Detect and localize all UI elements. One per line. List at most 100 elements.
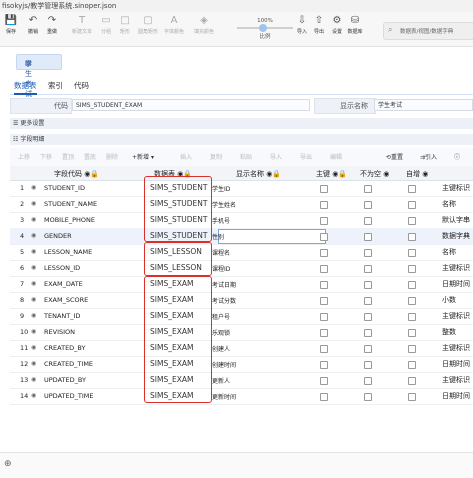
table-row[interactable]: 4 ◉ GENDER SIMS_STUDENT 性别 数据字典	[10, 228, 473, 245]
data-type-cell[interactable]: 名称	[442, 199, 456, 209]
table-row[interactable]: 14 ◉ UPDATED_TIME SIMS_EXAM 更新时间 日期时间	[10, 388, 473, 405]
table-row[interactable]: 12 ◉ CREATED_TIME SIMS_EXAM 创建时间 日期时间	[10, 356, 473, 373]
pk-checkbox[interactable]	[320, 361, 328, 369]
data-type-cell[interactable]: 默认字串	[442, 215, 470, 225]
data-type-cell[interactable]: 主键标识	[442, 311, 470, 321]
eye-icon[interactable]: ◉	[31, 248, 36, 255]
zoom-slider[interactable]	[237, 24, 293, 32]
insert-button[interactable]: 插入	[180, 152, 192, 161]
subtab-index[interactable]: 索引	[48, 80, 63, 91]
autoinc-checkbox[interactable]	[408, 217, 416, 225]
toolbar-button-2[interactable]: ↷ 重做	[40, 14, 64, 35]
data-type-cell[interactable]: 数据字典	[442, 231, 470, 241]
field-code-cell[interactable]: EXAM_SCORE	[44, 296, 88, 304]
notnull-checkbox[interactable]	[364, 393, 372, 401]
notnull-checkbox[interactable]	[364, 377, 372, 385]
move-down-button[interactable]: 下移	[40, 152, 52, 161]
autoinc-checkbox[interactable]	[408, 297, 416, 305]
pk-checkbox[interactable]	[320, 265, 328, 273]
pk-checkbox[interactable]	[320, 313, 328, 321]
display-name-cell[interactable]: 手机号	[212, 216, 230, 225]
display-name-cell[interactable]: 更新人	[212, 376, 230, 385]
autoinc-checkbox[interactable]	[408, 185, 416, 193]
display-name-cell[interactable]: 考试日期	[212, 280, 236, 289]
display-name-cell[interactable]: 学生ID	[212, 184, 230, 193]
pk-checkbox[interactable]	[320, 185, 328, 193]
field-code-cell[interactable]: LESSON_NAME	[44, 248, 92, 256]
eye-icon[interactable]: ◉	[31, 264, 36, 271]
notnull-checkbox[interactable]	[364, 345, 372, 353]
table-row[interactable]: 9 ◉ TENANT_ID SIMS_EXAM 租户号 主键标识	[10, 308, 473, 325]
copy-button[interactable]: 复制	[210, 152, 222, 161]
table-row[interactable]: 3 ◉ MOBILE_PHONE SIMS_STUDENT 手机号 默认字串	[10, 212, 473, 229]
eye-icon[interactable]: ◉	[31, 376, 36, 383]
export-button[interactable]: 导出	[300, 152, 312, 161]
eye-icon[interactable]: ◉	[31, 392, 36, 399]
table-row[interactable]: 13 ◉ UPDATED_BY SIMS_EXAM 更新人 主键标识	[10, 372, 473, 389]
pk-checkbox[interactable]	[320, 233, 328, 241]
data-type-cell[interactable]: 主键标识	[442, 375, 470, 385]
data-type-cell[interactable]: 日期时间	[442, 359, 470, 369]
tab-student-exam[interactable]: ▦ 学生考试	[16, 54, 62, 98]
display-name-cell[interactable]: 课程名	[212, 248, 230, 257]
pk-checkbox[interactable]	[320, 201, 328, 209]
toolbar-button-7[interactable]: A 字体颜色	[162, 14, 186, 35]
notnull-checkbox[interactable]	[364, 233, 372, 241]
table-row[interactable]: 5 ◉ LESSON_NAME SIMS_LESSON 课程名 名称	[10, 244, 473, 261]
paste-button[interactable]: 粘贴	[240, 152, 252, 161]
autoinc-checkbox[interactable]	[408, 201, 416, 209]
field-details-section[interactable]: ☷ 字段明细	[10, 134, 473, 145]
ref-button[interactable]: ⇉引入	[420, 152, 437, 161]
table-row[interactable]: 1 ◉ STUDENT_ID SIMS_STUDENT 学生ID 主键标识	[10, 180, 473, 197]
field-code-cell[interactable]: UPDATED_TIME	[44, 392, 93, 400]
display-name-input[interactable]: 学生考试	[374, 99, 473, 111]
pk-checkbox[interactable]	[320, 329, 328, 337]
autoinc-checkbox[interactable]	[408, 233, 416, 241]
table-row[interactable]: 11 ◉ CREATED_BY SIMS_EXAM 创建人 主键标识	[10, 340, 473, 357]
add-button[interactable]: +新增 ▾	[132, 152, 154, 161]
notnull-checkbox[interactable]	[364, 217, 372, 225]
eye-icon[interactable]: ◉	[31, 360, 36, 367]
edit-button[interactable]: 编辑	[330, 152, 342, 161]
notnull-checkbox[interactable]	[364, 329, 372, 337]
display-name-cell[interactable]: 考试分数	[212, 296, 236, 305]
pk-checkbox[interactable]	[320, 345, 328, 353]
data-type-cell[interactable]: 主键标识	[442, 343, 470, 353]
autoinc-checkbox[interactable]	[408, 345, 416, 353]
field-code-cell[interactable]: STUDENT_NAME	[44, 200, 97, 208]
field-code-cell[interactable]: GENDER	[44, 232, 72, 240]
delete-button[interactable]: 删除	[106, 152, 118, 161]
pk-checkbox[interactable]	[320, 297, 328, 305]
move-top-button[interactable]: 置顶	[62, 152, 74, 161]
pk-checkbox[interactable]	[320, 281, 328, 289]
toolbar-button-3[interactable]: T 新建文本	[70, 14, 94, 35]
notnull-checkbox[interactable]	[364, 265, 372, 273]
notnull-checkbox[interactable]	[364, 281, 372, 289]
autoinc-checkbox[interactable]	[408, 313, 416, 321]
search-input[interactable]: ⌕ 数据表/视图/数据字典	[383, 22, 473, 40]
eye-icon[interactable]: ◉	[31, 184, 36, 191]
display-name-cell[interactable]: 创建时间	[212, 360, 236, 369]
data-type-cell[interactable]: 主键标识	[442, 183, 470, 193]
eye-icon[interactable]: ◉	[31, 232, 36, 239]
autoinc-checkbox[interactable]	[408, 249, 416, 257]
move-bottom-button[interactable]: 置底	[84, 152, 96, 161]
display-name-cell[interactable]: 课程ID	[212, 264, 230, 273]
toolbar-button-0[interactable]: 💾 保存	[0, 14, 23, 35]
move-up-button[interactable]: 上移	[18, 152, 30, 161]
notnull-checkbox[interactable]	[364, 361, 372, 369]
table-row[interactable]: 10 ◉ REVISION SIMS_EXAM 乐观锁 整数	[10, 324, 473, 341]
display-name-cell[interactable]: 性别	[212, 232, 224, 241]
table-row[interactable]: 7 ◉ EXAM_DATE SIMS_EXAM 考试日期 日期时间	[10, 276, 473, 293]
field-code-cell[interactable]: UPDATED_BY	[44, 376, 86, 384]
autoinc-checkbox[interactable]	[408, 361, 416, 369]
field-code-cell[interactable]: MOBILE_PHONE	[44, 216, 95, 224]
display-name-cell[interactable]: 乐观锁	[212, 328, 230, 337]
autoinc-checkbox[interactable]	[408, 393, 416, 401]
eye-icon[interactable]: ◉	[31, 200, 36, 207]
table-row[interactable]: 8 ◉ EXAM_SCORE SIMS_EXAM 考试分数 小数	[10, 292, 473, 309]
data-type-cell[interactable]: 小数	[442, 295, 456, 305]
pk-checkbox[interactable]	[320, 217, 328, 225]
data-type-cell[interactable]: 名称	[442, 247, 456, 257]
field-code-cell[interactable]: STUDENT_ID	[44, 184, 85, 192]
